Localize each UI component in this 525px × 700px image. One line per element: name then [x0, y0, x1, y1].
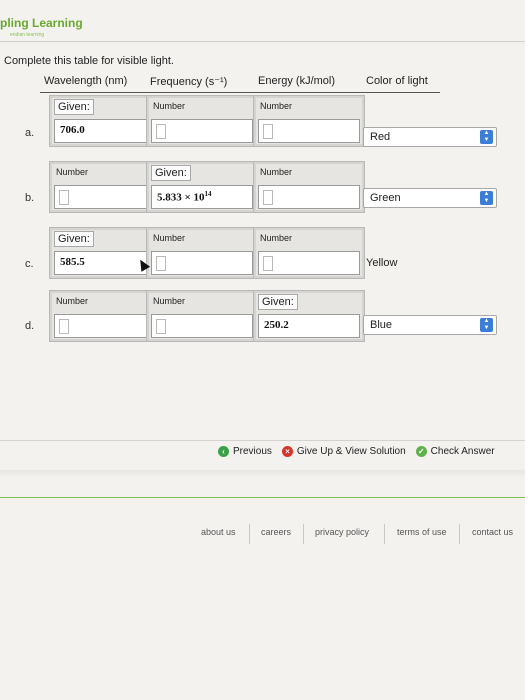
- row-letter-d: d.: [25, 320, 35, 332]
- energy-given-value-d: 250.2: [258, 314, 360, 338]
- number-label: Number: [260, 101, 293, 111]
- input-placeholder-box: [59, 190, 69, 205]
- checkmark-circle-icon: ✓: [415, 446, 427, 457]
- energy-input-c[interactable]: [258, 251, 360, 275]
- footer-separator: [303, 524, 304, 544]
- select-value: Red: [370, 131, 391, 143]
- actions-shadow: [0, 470, 525, 478]
- cell-b-wavelength: Number: [49, 161, 161, 213]
- input-placeholder-box: [156, 256, 166, 271]
- column-header-energy: Energy (kJ/mol): [258, 75, 336, 87]
- action-bar: ‹ Previous × Give Up & View Solution ✓ C…: [218, 446, 505, 457]
- number-label: Number: [56, 167, 89, 177]
- header-divider: [0, 41, 525, 42]
- green-divider: [0, 497, 525, 498]
- given-exponent: 14: [204, 190, 212, 198]
- input-placeholder-box: [263, 190, 273, 205]
- x-circle-icon: ×: [281, 446, 293, 457]
- previous-button[interactable]: ‹ Previous: [218, 446, 272, 457]
- input-placeholder-box: [156, 124, 166, 139]
- given-label: Given:: [54, 231, 94, 247]
- footer-link-privacy[interactable]: privacy policy: [315, 527, 369, 537]
- wavelength-input-d[interactable]: [54, 314, 156, 338]
- check-answer-label: Check Answer: [430, 446, 495, 457]
- energy-input-b[interactable]: [258, 185, 360, 209]
- given-value: 250.2: [264, 319, 289, 331]
- column-header-color: Color of light: [366, 75, 428, 87]
- select-value: Blue: [370, 319, 393, 331]
- cell-b-energy: Number: [253, 161, 365, 213]
- footer-link-contact[interactable]: contact us: [472, 527, 513, 537]
- footer-separator: [384, 524, 385, 544]
- footer-separator: [249, 524, 250, 544]
- select-value: Green: [370, 192, 401, 204]
- given-label: Given:: [54, 99, 94, 115]
- brand-logo-text: pling Learning: [0, 16, 83, 30]
- given-value: 706.0: [60, 124, 85, 136]
- row-letter-c: c.: [25, 258, 34, 270]
- actions-divider: [0, 440, 525, 441]
- cell-c-frequency: Number: [146, 227, 258, 279]
- column-header-wavelength: Wavelength (nm): [44, 75, 128, 87]
- column-header-frequency: Frequency (s⁻¹): [150, 76, 228, 88]
- cell-a-frequency: Number: [146, 95, 258, 147]
- give-up-button[interactable]: × Give Up & View Solution: [281, 446, 406, 457]
- check-answer-button[interactable]: ✓ Check Answer: [415, 446, 495, 457]
- cell-c-energy: Number: [253, 227, 365, 279]
- wavelength-given-value-a: 706.0: [54, 119, 156, 143]
- color-select-b[interactable]: Green ▲ ▼: [363, 188, 497, 208]
- cell-a-energy: Number: [253, 95, 365, 147]
- input-placeholder-box: [156, 319, 166, 334]
- wavelength-input-b[interactable]: [54, 185, 156, 209]
- color-select-a[interactable]: Red ▲ ▼: [363, 127, 497, 147]
- energy-input-a[interactable]: [258, 119, 360, 143]
- brand-subtitle: endian learning: [10, 32, 45, 38]
- given-value: 5.833 × 1014: [157, 190, 212, 204]
- chevron-updown-icon: ▲ ▼: [480, 318, 493, 332]
- number-label: Number: [56, 296, 89, 306]
- number-label: Number: [260, 167, 293, 177]
- cell-d-energy: Given: 250.2: [253, 290, 365, 342]
- cell-a-wavelength: Given: 706.0: [49, 95, 161, 147]
- chevron-updown-icon: ▲ ▼: [480, 191, 493, 205]
- input-placeholder-box: [263, 256, 273, 271]
- row-letter-b: b.: [25, 192, 35, 204]
- number-label: Number: [153, 296, 186, 306]
- input-placeholder-box: [263, 124, 273, 139]
- number-label: Number: [153, 233, 186, 243]
- frequency-input-c[interactable]: [151, 251, 253, 275]
- cell-d-frequency: Number: [146, 290, 258, 342]
- cell-d-wavelength: Number: [49, 290, 161, 342]
- frequency-input-d[interactable]: [151, 314, 253, 338]
- previous-label: Previous: [233, 446, 272, 457]
- arrow-left-circle-icon: ‹: [218, 446, 229, 457]
- cell-b-frequency: Given: 5.833 × 1014: [146, 161, 258, 213]
- table-header-divider: [40, 92, 440, 93]
- instructions: Complete this table for visible light.: [4, 55, 174, 67]
- footer-link-terms[interactable]: terms of use: [397, 527, 447, 537]
- given-value: 585.5: [60, 256, 85, 268]
- given-label: Given:: [258, 294, 298, 310]
- row-letter-a: a.: [25, 127, 35, 139]
- footer-link-careers[interactable]: careers: [261, 527, 291, 537]
- number-label: Number: [260, 233, 293, 243]
- chevron-updown-icon: ▲ ▼: [480, 130, 493, 144]
- given-label: Given:: [151, 165, 191, 181]
- footer-separator: [459, 524, 460, 544]
- input-placeholder-box: [59, 319, 69, 334]
- color-label-c: Yellow: [366, 257, 398, 269]
- frequency-input-a[interactable]: [151, 119, 253, 143]
- footer-link-about[interactable]: about us: [201, 527, 236, 537]
- cell-c-wavelength: Given: 585.5: [49, 227, 161, 279]
- given-mantissa: 5.833 × 10: [157, 191, 205, 204]
- give-up-label: Give Up & View Solution: [296, 446, 406, 457]
- color-select-d[interactable]: Blue ▲ ▼: [363, 315, 497, 335]
- number-label: Number: [153, 101, 186, 111]
- frequency-given-value-b: 5.833 × 1014: [151, 185, 253, 209]
